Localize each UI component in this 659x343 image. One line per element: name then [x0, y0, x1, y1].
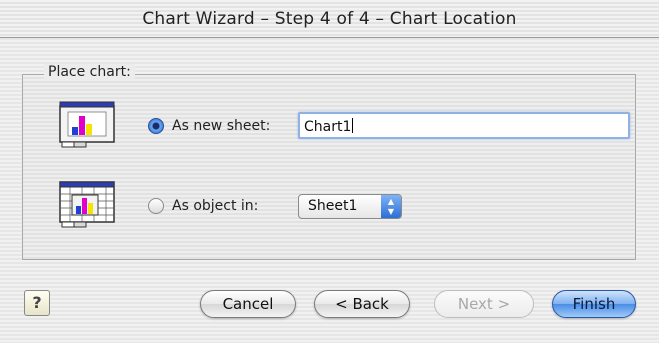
- cancel-button[interactable]: Cancel: [200, 290, 296, 318]
- select-arrows-icon: ▲ ▼: [381, 195, 401, 218]
- help-button[interactable]: ?: [24, 290, 50, 316]
- as-new-sheet-radio[interactable]: [148, 118, 164, 134]
- as-new-sheet-label[interactable]: As new sheet:: [172, 118, 270, 134]
- sheet-select-value: Sheet1: [308, 198, 358, 214]
- finish-button[interactable]: Finish: [552, 290, 636, 318]
- new-sheet-name-value: Chart1: [304, 119, 352, 135]
- embedded-chart-icon: [59, 181, 115, 228]
- chart-sheet-icon: [59, 101, 115, 148]
- text-caret: [352, 118, 354, 133]
- sheet-select[interactable]: Sheet1 ▲ ▼: [298, 194, 402, 219]
- as-object-in-radio[interactable]: [148, 198, 164, 214]
- next-button[interactable]: Next >: [434, 290, 534, 318]
- title-bar: Chart Wizard – Step 4 of 4 – Chart Locat…: [0, 0, 659, 38]
- as-object-in-label[interactable]: As object in:: [172, 198, 258, 214]
- place-chart-label: Place chart:: [44, 64, 135, 80]
- back-button[interactable]: < Back: [314, 290, 410, 318]
- window-title: Chart Wizard – Step 4 of 4 – Chart Locat…: [142, 9, 517, 29]
- new-sheet-name-input[interactable]: Chart1: [298, 112, 630, 139]
